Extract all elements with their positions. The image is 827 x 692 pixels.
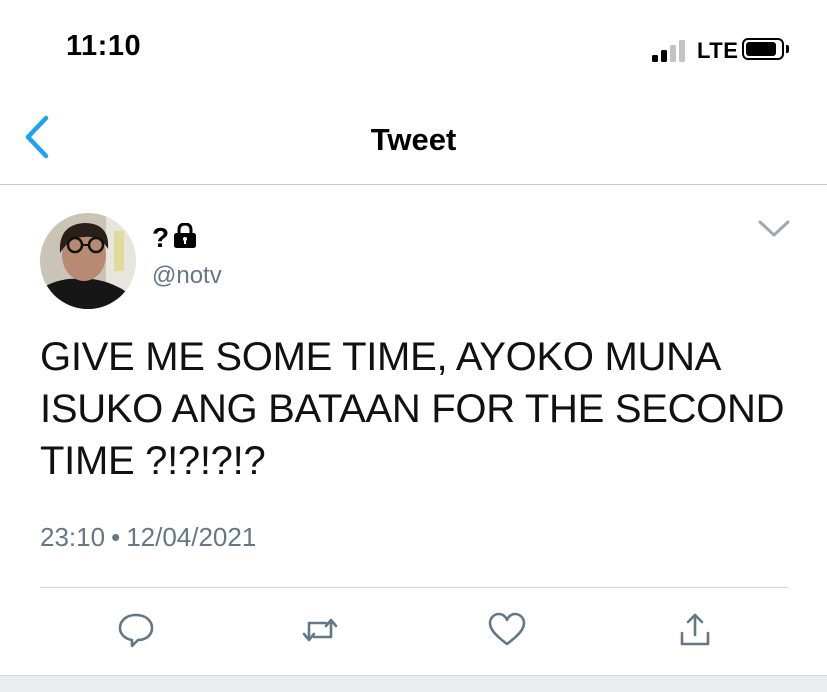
tweet-time: 23:10 bbox=[40, 522, 106, 552]
lock-icon bbox=[173, 222, 197, 249]
tweet-date: 12/04/2021 bbox=[126, 522, 257, 552]
status-time: 11:10 bbox=[66, 30, 142, 62]
retweet-button[interactable] bbox=[300, 611, 340, 649]
divider bbox=[40, 587, 788, 588]
divider bbox=[0, 184, 827, 185]
display-name[interactable]: ? bbox=[152, 222, 169, 254]
like-icon bbox=[488, 612, 526, 646]
battery-icon bbox=[742, 38, 789, 60]
navigation-bar: Tweet bbox=[0, 90, 827, 184]
profile-photo bbox=[40, 213, 136, 309]
tweet-text: GIVE ME SOME TIME, AYOKO MUNA ISUKO ANG … bbox=[40, 335, 785, 483]
tweet-timestamp: 23:10 • 12/04/2021 bbox=[40, 522, 256, 553]
separator-dot: • bbox=[111, 522, 121, 552]
user-handle[interactable]: @notv bbox=[152, 262, 222, 290]
chevron-down-icon bbox=[758, 220, 790, 237]
share-button[interactable] bbox=[675, 611, 715, 649]
page-title: Tweet bbox=[370, 122, 457, 157]
like-button[interactable] bbox=[487, 611, 527, 649]
share-icon bbox=[680, 613, 710, 646]
retweet-icon bbox=[302, 618, 338, 642]
network-type-label: LTE bbox=[697, 38, 739, 63]
status-bar: 11:10 LTE bbox=[0, 0, 827, 90]
reply-icon bbox=[118, 613, 154, 648]
reply-button[interactable] bbox=[116, 611, 156, 649]
avatar[interactable] bbox=[40, 213, 136, 309]
more-options-button[interactable] bbox=[757, 218, 791, 240]
bottom-edge bbox=[0, 675, 827, 692]
signal-strength-icon bbox=[652, 38, 692, 62]
